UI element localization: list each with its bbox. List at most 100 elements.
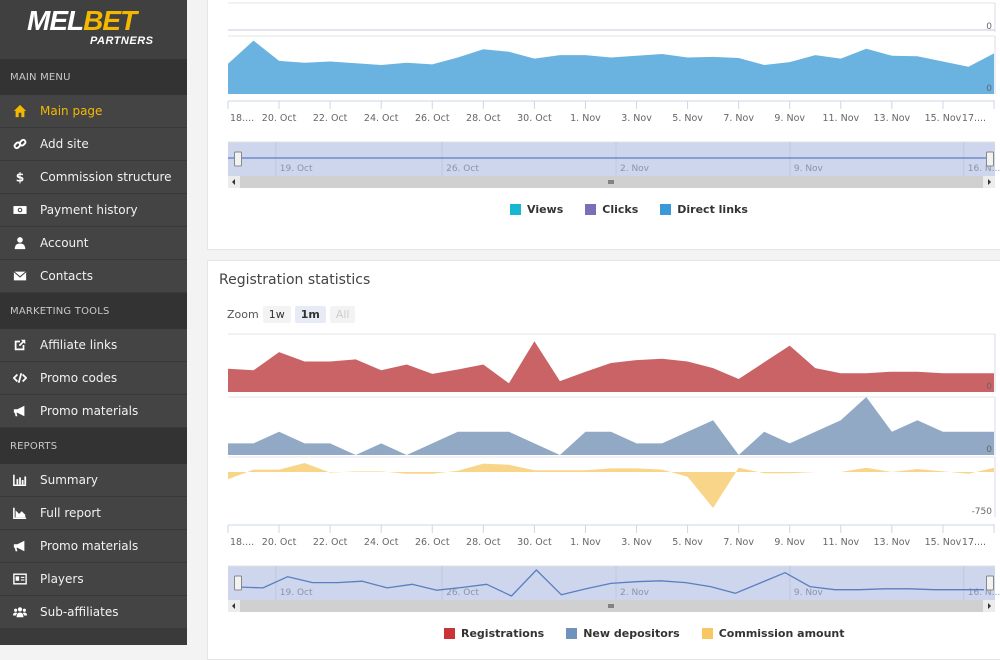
navigator-label: 2. Nov bbox=[620, 588, 650, 598]
section-heading: MARKETING TOOLS bbox=[0, 293, 187, 329]
sidebar-item-payment-history[interactable]: Payment history bbox=[0, 194, 187, 227]
sidebar-item-label: Contacts bbox=[40, 269, 93, 283]
navigator-right-handle[interactable] bbox=[987, 576, 994, 590]
sidebar-item-label: Sub-affiliates bbox=[40, 605, 119, 619]
navigator-label: 26. Oct bbox=[446, 588, 479, 598]
legend-swatch bbox=[444, 628, 455, 639]
link-icon bbox=[0, 137, 40, 152]
x-tick-label: 30. Oct bbox=[517, 537, 552, 548]
sidebar-item-label: Promo codes bbox=[40, 371, 117, 385]
legend-item-clicks[interactable]: Clicks bbox=[585, 203, 638, 216]
navigator-left-handle[interactable] bbox=[235, 576, 242, 590]
x-tick-label: 5. Nov bbox=[672, 113, 703, 124]
home-icon bbox=[0, 104, 40, 119]
x-tick-label: 15. Nov bbox=[925, 537, 962, 548]
sidebar-item-full-report[interactable]: Full report bbox=[0, 497, 187, 530]
area-chart-icon bbox=[0, 506, 40, 521]
envelope-icon bbox=[0, 269, 40, 284]
y-axis-label: 0 bbox=[986, 382, 992, 392]
legend-label: Registrations bbox=[461, 627, 544, 640]
traffic-legend: Views Clicks Direct links bbox=[510, 203, 748, 216]
x-tick-label: 13. Nov bbox=[874, 113, 911, 124]
sidebar-item-affiliate-links[interactable]: Affiliate links bbox=[0, 329, 187, 362]
x-tick-label: 18.... bbox=[230, 113, 254, 124]
y-axis-label: -750 bbox=[972, 507, 993, 517]
x-tick-label: 9. Nov bbox=[774, 537, 805, 548]
x-tick-label: 26. Oct bbox=[415, 537, 450, 548]
legend-swatch bbox=[585, 204, 596, 215]
legend-item-direct-links[interactable]: Direct links bbox=[660, 203, 748, 216]
x-tick-label: 28. Oct bbox=[466, 113, 501, 124]
area-series-commission-amount bbox=[228, 463, 994, 508]
sidebar-item-label: Promo materials bbox=[40, 539, 138, 553]
sidebar-item-label: Promo materials bbox=[40, 404, 138, 418]
legend-swatch bbox=[702, 628, 713, 639]
melbet-partners-logo[interactable]: MELBET PARTNERS bbox=[0, 0, 187, 59]
registration-chart: 00-75018....20. Oct22. Oct24. Oct26. Oct… bbox=[208, 261, 1000, 621]
navigator-label: 9. Nov bbox=[794, 588, 824, 598]
sidebar-item-main-page[interactable]: Main page bbox=[0, 95, 187, 128]
registration-statistics-panel: Registration statistics Zoom 1w1mAll 00-… bbox=[207, 260, 1000, 660]
x-tick-label: 5. Nov bbox=[672, 537, 703, 548]
section-heading: REPORTS bbox=[0, 428, 187, 464]
navigator-right-handle[interactable] bbox=[987, 152, 994, 166]
legend-item-new-depositors[interactable]: New depositors bbox=[566, 627, 680, 640]
x-tick-label: 18.... bbox=[230, 537, 254, 548]
sidebar-item-summary[interactable]: Summary bbox=[0, 464, 187, 497]
x-tick-label: 17.... bbox=[962, 537, 986, 548]
x-tick-label: 24. Oct bbox=[364, 113, 399, 124]
sidebar-item-sub-affiliates[interactable]: Sub-affiliates bbox=[0, 596, 187, 629]
x-tick-label: 20. Oct bbox=[262, 113, 297, 124]
sidebar-item-label: Payment history bbox=[40, 203, 138, 217]
bar-chart-icon bbox=[0, 473, 40, 488]
users-icon bbox=[0, 605, 40, 620]
navigator-label: 16. N... bbox=[968, 164, 1000, 174]
legend-label: Views bbox=[527, 203, 563, 216]
sidebar-item-promo-materials[interactable]: Promo materials bbox=[0, 530, 187, 563]
legend-item-commission-amount[interactable]: Commission amount bbox=[702, 627, 845, 640]
sidebar-nav: MAIN MENU Main page Add site $Commission st… bbox=[0, 59, 187, 629]
navigator-selection bbox=[228, 142, 995, 176]
section-heading: MAIN MENU bbox=[0, 59, 187, 95]
sidebar-item-contacts[interactable]: Contacts bbox=[0, 260, 187, 293]
id-card-icon bbox=[0, 572, 40, 587]
x-tick-label: 26. Oct bbox=[415, 113, 450, 124]
sidebar-item-commission-structure[interactable]: $Commission structure bbox=[0, 161, 187, 194]
traffic-chart: 0018....20. Oct22. Oct24. Oct26. Oct28. … bbox=[208, 0, 1000, 196]
main-content: 0018....20. Oct22. Oct24. Oct26. Oct28. … bbox=[187, 0, 1000, 645]
navigator-label: 19. Oct bbox=[280, 164, 313, 174]
sidebar-item-label: Full report bbox=[40, 506, 101, 520]
legend-swatch bbox=[510, 204, 521, 215]
traffic-statistics-panel: 0018....20. Oct22. Oct24. Oct26. Oct28. … bbox=[207, 0, 1000, 250]
x-tick-label: 15. Nov bbox=[925, 113, 962, 124]
svg-text:$: $ bbox=[16, 171, 25, 185]
dollar-icon: $ bbox=[0, 170, 40, 185]
sidebar-item-account[interactable]: Account bbox=[0, 227, 187, 260]
legend-item-registrations[interactable]: Registrations bbox=[444, 627, 544, 640]
sidebar-item-players[interactable]: Players bbox=[0, 563, 187, 596]
x-tick-label: 7. Nov bbox=[723, 537, 754, 548]
user-icon bbox=[0, 236, 40, 251]
sidebar-item-add-site[interactable]: Add site bbox=[0, 128, 187, 161]
x-tick-label: 3. Nov bbox=[621, 113, 652, 124]
legend-swatch bbox=[566, 628, 577, 639]
legend-label: New depositors bbox=[583, 627, 680, 640]
code-icon bbox=[0, 371, 40, 386]
sidebar-item-promo-materials[interactable]: Promo materials bbox=[0, 395, 187, 428]
area-series-direct-links bbox=[228, 41, 994, 94]
legend-label: Direct links bbox=[677, 203, 748, 216]
sidebar-item-label: Players bbox=[40, 572, 84, 586]
sidebar-item-label: Account bbox=[40, 236, 88, 250]
x-tick-label: 1. Nov bbox=[570, 537, 601, 548]
sidebar-item-label: Main page bbox=[40, 104, 102, 118]
sidebar-item-label: Add site bbox=[40, 137, 89, 151]
sidebar-item-promo-codes[interactable]: Promo codes bbox=[0, 362, 187, 395]
bullhorn-icon bbox=[0, 539, 40, 554]
x-tick-label: 11. Nov bbox=[822, 113, 859, 124]
navigator-label: 19. Oct bbox=[280, 588, 313, 598]
legend-label: Commission amount bbox=[719, 627, 845, 640]
area-series-registrations bbox=[228, 341, 994, 392]
navigator-left-handle[interactable] bbox=[235, 152, 242, 166]
legend-item-views[interactable]: Views bbox=[510, 203, 563, 216]
x-tick-label: 13. Nov bbox=[874, 537, 911, 548]
